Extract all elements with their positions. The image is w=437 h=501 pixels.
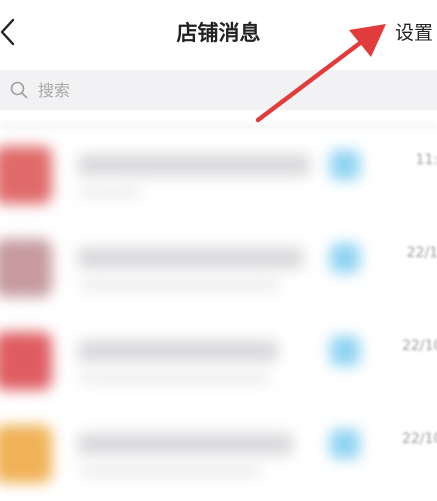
message-badge-icon bbox=[330, 429, 360, 459]
message-list: 11:4 22/11 22/10/ 22/10/ bbox=[0, 130, 437, 501]
shop-name-blurred bbox=[78, 340, 278, 362]
section-divider bbox=[0, 122, 437, 130]
avatar bbox=[0, 425, 52, 483]
avatar bbox=[0, 332, 52, 390]
settings-button[interactable]: 设置 bbox=[395, 18, 433, 48]
avatar bbox=[0, 146, 52, 204]
shop-name-blurred bbox=[78, 154, 310, 176]
message-preview-blurred bbox=[80, 465, 260, 477]
search-bar[interactable] bbox=[0, 70, 437, 110]
list-item[interactable]: 22/10/ bbox=[0, 316, 437, 409]
search-icon bbox=[10, 81, 28, 99]
message-time: 11:4 bbox=[415, 152, 437, 168]
list-item[interactable]: 22/11 bbox=[0, 223, 437, 316]
avatar bbox=[0, 239, 52, 297]
message-time: 22/10/ bbox=[401, 431, 437, 447]
message-preview-blurred bbox=[80, 372, 270, 384]
navigation-bar: 店铺消息 设置 bbox=[0, 0, 437, 66]
shop-name-blurred bbox=[78, 247, 303, 269]
message-time: 22/11 bbox=[406, 245, 437, 261]
list-item[interactable]: 11:4 bbox=[0, 130, 437, 223]
search-input[interactable] bbox=[38, 76, 418, 104]
message-badge-icon bbox=[330, 243, 360, 273]
message-badge-icon bbox=[330, 336, 360, 366]
list-item[interactable]: 22/10/ bbox=[0, 409, 437, 501]
message-badge-icon bbox=[330, 150, 360, 180]
message-preview-blurred bbox=[80, 279, 280, 291]
message-time: 22/10/ bbox=[401, 338, 437, 354]
message-preview-blurred bbox=[80, 186, 140, 198]
page-title: 店铺消息 bbox=[176, 21, 261, 45]
shop-name-blurred bbox=[78, 433, 293, 455]
